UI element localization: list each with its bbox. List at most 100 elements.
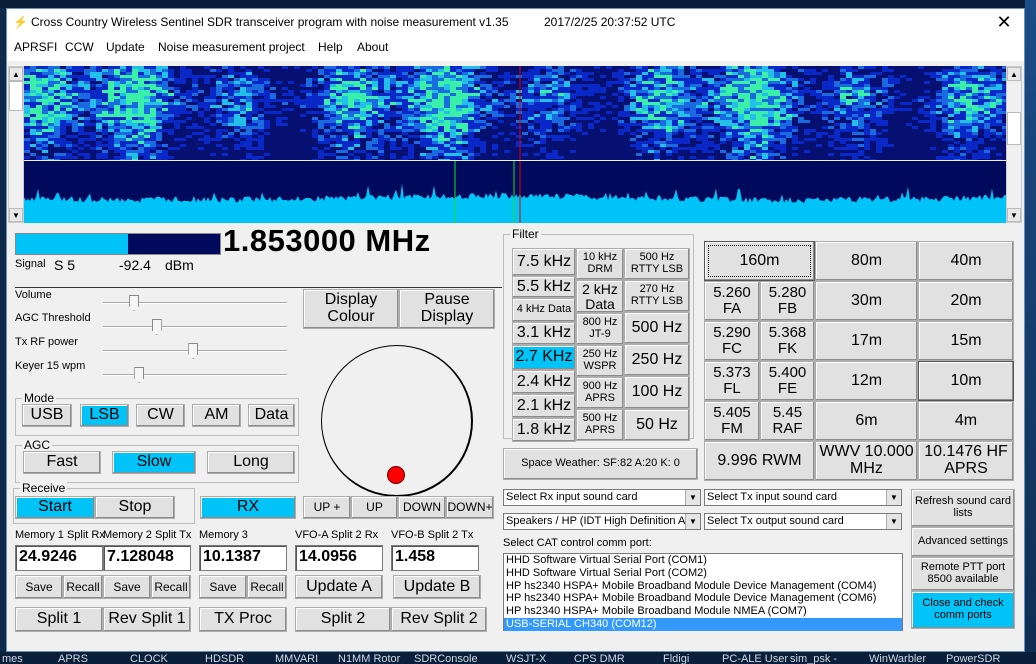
update-b-button[interactable]: Update B: [393, 575, 481, 599]
close-check-comm-ports-button[interactable]: Close and check comm ports: [911, 591, 1015, 629]
taskbar-item[interactable]: sim_psk -: [790, 653, 837, 664]
taskbar-item[interactable]: SDRConsole: [414, 653, 478, 664]
filter-50hz-button[interactable]: 50 Hz: [624, 409, 690, 441]
cat-port-item[interactable]: HP hs2340 HSPA+ Mobile Broadband Module …: [504, 580, 902, 593]
band-5260-fa-button[interactable]: 5.260 FA: [704, 281, 760, 321]
filter-250hz-button[interactable]: 250 Hz: [624, 344, 690, 376]
chevron-down-icon[interactable]: ▼: [886, 514, 901, 529]
tx-rf-power-slider[interactable]: [103, 343, 287, 359]
cat-port-item[interactable]: HHD Software Virtual Serial Port (COM2): [504, 567, 902, 580]
band-160m-button[interactable]: 160m: [704, 241, 815, 281]
close-icon[interactable]: ✕: [989, 11, 1019, 33]
filter-3-1-khz-button[interactable]: 3.1 kHz: [512, 322, 576, 345]
memory-2-recall-button[interactable]: Recall: [151, 575, 191, 599]
spectrum-display[interactable]: [24, 161, 1006, 223]
pause-display-button[interactable]: Pause Display: [399, 289, 495, 329]
taskbar-item[interactable]: MMVARI: [275, 653, 318, 664]
rx-input-sound-card-select[interactable]: Select Rx input sound card ▼: [503, 489, 701, 506]
taskbar-item[interactable]: WSJT-X: [506, 653, 546, 664]
menu-about[interactable]: About: [357, 40, 388, 54]
filter-7-5-khz-button[interactable]: 7.5 kHz: [512, 248, 576, 276]
band-5368-fk-button[interactable]: 5.368 FK: [760, 321, 815, 361]
taskbar-item[interactable]: PC-ALE User: [722, 653, 788, 664]
tune-down-button[interactable]: DOWN: [398, 496, 446, 519]
right-scrollbar[interactable]: ▲ ▼: [1006, 66, 1022, 223]
memory-1-field[interactable]: 24.9246: [15, 545, 103, 571]
scroll-up-icon[interactable]: ▲: [9, 67, 23, 81]
chevron-down-icon[interactable]: ▼: [886, 490, 901, 505]
band-40m-button[interactable]: 40m: [918, 241, 1014, 281]
menu-update[interactable]: Update: [106, 40, 145, 54]
menu-aprsfi[interactable]: APRSFI: [14, 40, 57, 54]
menu-ccw[interactable]: CCW: [65, 40, 94, 54]
taskbar-item[interactable]: PowerSDR: [946, 653, 1000, 664]
filter-900hz-aprs-button[interactable]: 900 Hz APRS: [576, 377, 624, 409]
filter-1-8-khz-button[interactable]: 1.8 kHz: [512, 418, 576, 442]
band-15m-button[interactable]: 15m: [918, 321, 1014, 361]
agc-long-button[interactable]: Long: [207, 451, 295, 474]
band-5280-fb-button[interactable]: 5.280 FB: [760, 281, 815, 321]
taskbar-item[interactable]: N1MM Rotor: [338, 653, 400, 664]
band-17m-button[interactable]: 17m: [815, 321, 918, 361]
filter-500hz-rtty-button[interactable]: 500 Hz RTTY LSB: [624, 248, 690, 280]
filter-2khz-data-button[interactable]: 2 kHz Data: [576, 280, 624, 313]
display-colour-button[interactable]: Display Colour: [303, 289, 399, 329]
mode-cw-button[interactable]: CW: [136, 404, 185, 427]
band-5373-fl-button[interactable]: 5.373 FL: [704, 361, 760, 401]
memory-3-field[interactable]: 10.1387: [199, 545, 287, 571]
refresh-sound-cards-button[interactable]: Refresh sound card lists: [911, 489, 1015, 527]
filter-2-1-khz-button[interactable]: 2.1 kHz: [512, 394, 576, 418]
vfo-b-field[interactable]: 1.458: [391, 545, 479, 571]
slider-thumb[interactable]: [129, 295, 140, 311]
filter-500hz-aprs-button[interactable]: 500 Hz APRS: [576, 409, 624, 441]
agc-slow-button[interactable]: Slow: [112, 451, 196, 474]
band-12m-button[interactable]: 12m: [815, 361, 918, 401]
memory-3-save-button[interactable]: Save: [199, 575, 247, 599]
band-545-raf-button[interactable]: 5.45 RAF: [760, 401, 815, 441]
filter-250hz-wspr-button[interactable]: 250 Hz WSPR: [576, 345, 624, 377]
advanced-settings-button[interactable]: Advanced settings: [911, 527, 1015, 557]
taskbar-item[interactable]: mes: [2, 653, 23, 664]
tune-up-button[interactable]: UP: [351, 496, 398, 519]
band-20m-button[interactable]: 20m: [918, 281, 1014, 321]
chevron-down-icon[interactable]: ▼: [685, 514, 700, 529]
rwm-9996-button[interactable]: 9.996 RWM: [704, 441, 815, 481]
band-5290-fc-button[interactable]: 5.290 FC: [704, 321, 760, 361]
rev-split-1-button[interactable]: Rev Split 1: [103, 607, 191, 632]
band-30m-button[interactable]: 30m: [815, 281, 918, 321]
scroll-thumb[interactable]: [9, 81, 23, 111]
update-a-button[interactable]: Update A: [295, 575, 383, 599]
filter-100hz-button[interactable]: 100 Hz: [624, 376, 690, 409]
menu-help[interactable]: Help: [318, 40, 343, 54]
taskbar-item[interactable]: WinWarbler: [869, 653, 926, 664]
band-5400-fe-button[interactable]: 5.400 FE: [760, 361, 815, 401]
space-weather-button[interactable]: Space Weather: SF:82 A:20 K: 0: [503, 448, 698, 480]
taskbar-item[interactable]: CLOCK: [130, 653, 168, 664]
mode-usb-button[interactable]: USB: [22, 404, 72, 427]
left-scrollbar[interactable]: ▲ ▼: [8, 66, 24, 223]
filter-2-7-khz-button[interactable]: 2.7 KHz: [512, 345, 576, 370]
band-6m-button[interactable]: 6m: [815, 401, 918, 441]
band-4m-button[interactable]: 4m: [918, 401, 1014, 441]
vfo-a-field[interactable]: 14.0956: [295, 545, 383, 571]
band-5405-fm-button[interactable]: 5.405 FM: [704, 401, 760, 441]
filter-2-4-khz-button[interactable]: 2.4 kHz: [512, 370, 576, 394]
memory-2-save-button[interactable]: Save: [103, 575, 151, 599]
memory-2-field[interactable]: 7.128048: [103, 545, 191, 571]
mode-am-button[interactable]: AM: [192, 404, 241, 427]
mode-data-button[interactable]: Data: [248, 404, 295, 427]
stop-button[interactable]: Stop: [95, 496, 175, 519]
cat-port-item[interactable]: HP hs2340 HSPA+ Mobile Broadband Module …: [504, 592, 902, 605]
filter-800hz-jt9-button[interactable]: 800 Hz JT-9: [576, 313, 624, 345]
taskbar-item[interactable]: Fldigi: [663, 653, 689, 664]
tune-down-plus-button[interactable]: DOWN+: [446, 496, 494, 519]
remote-ptt-port-button[interactable]: Remote PTT port 8500 available: [911, 557, 1015, 591]
split-1-button[interactable]: Split 1: [15, 607, 103, 632]
chevron-down-icon[interactable]: ▼: [685, 490, 700, 505]
filter-270hz-rtty-button[interactable]: 270 Hz RTTY LSB: [624, 280, 690, 312]
menu-noise-measurement-project[interactable]: Noise measurement project: [158, 40, 305, 54]
hf-aprs-10147-button[interactable]: 10.1476 HF APRS: [918, 441, 1014, 481]
rev-split-2-button[interactable]: Rev Split 2: [391, 607, 487, 632]
scroll-down-icon[interactable]: ▼: [9, 208, 23, 222]
scroll-up-icon[interactable]: ▲: [1007, 67, 1021, 81]
